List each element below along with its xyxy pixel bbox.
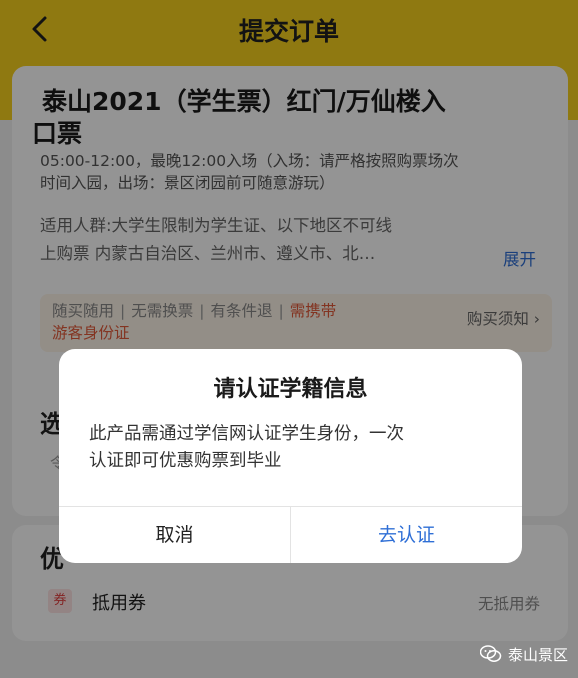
verify-button[interactable]: 去认证 (291, 507, 522, 563)
cancel-button[interactable]: 取消 (59, 507, 290, 563)
dialog-message-line2: 认证即可优惠购票到毕业 (89, 451, 282, 471)
dialog-message-line1: 此产品需通过学信网认证学生身份，一次 (89, 424, 404, 444)
student-verify-dialog: 请认证学籍信息 此产品需通过学信网认证学生身份，一次 认证即可优惠购票到毕业 取… (59, 349, 522, 563)
dialog-title: 请认证学籍信息 (213, 377, 368, 402)
wechat-icon (479, 645, 502, 662)
watermark: 泰山景区 (479, 640, 568, 668)
dialog-message: 此产品需通过学信网认证学生身份，一次 认证即可优惠购票到毕业 (89, 421, 501, 475)
watermark-text: 泰山景区 (507, 645, 568, 664)
modal-overlay[interactable] (0, 0, 578, 678)
